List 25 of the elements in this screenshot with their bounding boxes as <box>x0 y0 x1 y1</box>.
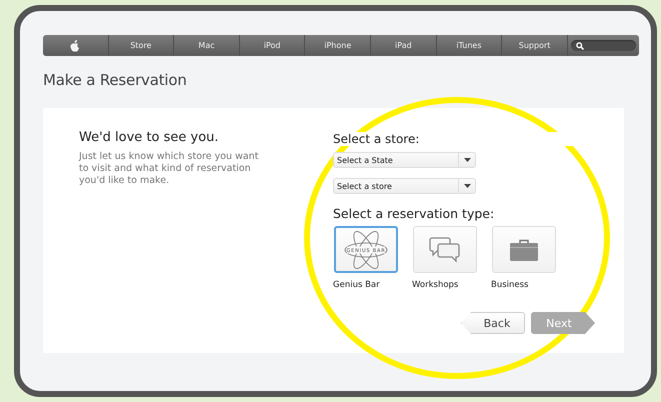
back-button[interactable]: Back <box>461 312 525 334</box>
intro-text: Just let us know which store you want to visit and what kind of reservation you'd like to make. <box>79 151 260 187</box>
nav-link[interactable]: Mac <box>174 35 240 56</box>
nav-link[interactable]: Support <box>502 35 568 56</box>
reservation-type-label: Business <box>491 280 528 290</box>
nav-link[interactable]: iTunes <box>436 35 502 56</box>
briefcase-icon <box>510 238 538 260</box>
dropdown[interactable]: Select a store <box>333 178 476 194</box>
reservation-type-tile[interactable] <box>413 226 477 273</box>
nav-link[interactable]: iPad <box>371 35 437 56</box>
caret-icon <box>464 184 470 188</box>
reservation-type-label: Workshops <box>412 280 458 290</box>
nav-link[interactable]: iPhone <box>305 35 372 56</box>
dropdown[interactable]: Select a State <box>333 152 476 168</box>
search-field[interactable] <box>570 40 636 51</box>
nav-link[interactable]: Store <box>108 35 174 56</box>
caret-icon <box>464 158 470 162</box>
intro-heading: We'd love to see you. <box>79 130 220 145</box>
nav-link[interactable]: iPod <box>240 35 306 56</box>
search-icon <box>576 42 584 50</box>
speech-bubbles-icon <box>429 236 461 264</box>
reservation-type-label: Genius Bar <box>333 280 380 290</box>
page-title: Make a Reservation <box>43 71 188 91</box>
reservation-type-tile[interactable] <box>492 226 556 273</box>
apple-logo-icon[interactable] <box>70 40 80 52</box>
